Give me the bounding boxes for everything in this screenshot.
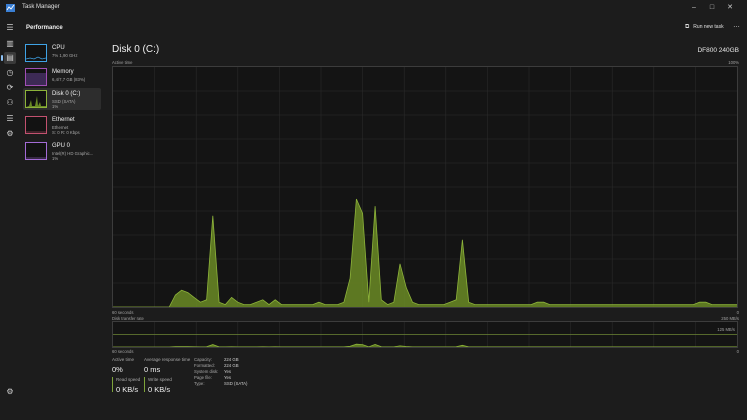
navigation-rail: ☰ ▥ ▤ ◷ ⟳ ⚇ ☰ ⚙ ⚙ (0, 18, 20, 420)
disk-thumbnail-graph (25, 90, 47, 108)
task-manager-app-icon (6, 4, 15, 12)
memory-thumbnail-graph (25, 68, 47, 86)
details-icon[interactable]: ☰ (4, 113, 16, 125)
disk-title: Disk 0 (C:) (112, 44, 160, 55)
transfer-axis-left: 60 seconds (112, 349, 134, 354)
active-time-area (113, 199, 737, 307)
run-new-task-label: Run new task (693, 24, 724, 30)
startup-apps-icon[interactable]: ⟳ (4, 82, 16, 94)
run-task-icon: ⧉ (685, 24, 690, 30)
close-button[interactable]: ✕ (723, 2, 737, 14)
read-speed-stat: Read speed 0 KB/s (116, 377, 140, 394)
write-speed-stat: Write speed 0 KB/s (148, 377, 172, 394)
cpu-usage: 7% 1,90 GHz (52, 53, 78, 58)
active-time-stat-value: 0% (112, 365, 123, 374)
gpu-thumbnail-graph (25, 142, 47, 160)
response-time-stat-value: 0 ms (144, 365, 161, 374)
disk-properties: Capacity: 224 GB Formatted: 224 GB System … (194, 357, 247, 387)
app-history-icon[interactable]: ◷ (4, 67, 16, 79)
active-time-plot (113, 67, 737, 307)
write-speed-indicator (144, 377, 145, 392)
performance-icon[interactable]: ▤ (1, 52, 16, 64)
disk-model: DF800 240GB (697, 47, 739, 54)
maximize-button[interactable]: □ (705, 2, 719, 14)
title-bar: Task Manager – □ ✕ (0, 0, 747, 18)
active-time-axis-left: 60 seconds (112, 310, 134, 315)
gpu-mini-graph (26, 157, 46, 159)
sidebar-item-disk[interactable]: Disk 0 (C:) SSD (SATA) 1% (23, 88, 101, 110)
run-new-task-button[interactable]: ⧉ Run new task (685, 24, 724, 31)
settings-gear-icon[interactable]: ⚙ (4, 386, 16, 398)
transfer-rate-mid-label: 125 MB/s (717, 327, 735, 332)
ethernet-mini-graph (26, 131, 46, 133)
disk-usage: 1% (52, 104, 59, 109)
read-speed-value: 0 KB/s (116, 385, 139, 394)
disk-mini-graph (26, 96, 46, 107)
ethernet-throughput: S: 0 R: 0 Kbps (52, 130, 80, 135)
minimize-button[interactable]: – (687, 2, 701, 14)
disk-label: Disk 0 (C:) (52, 91, 81, 97)
cpu-label: CPU (52, 45, 65, 51)
processes-icon[interactable]: ▥ (4, 38, 16, 50)
ethernet-label: Ethernet (52, 117, 75, 123)
transfer-rate-plot (113, 322, 737, 347)
sidebar-item-cpu[interactable]: CPU 7% 1,90 GHz (23, 42, 101, 64)
write-speed-value: 0 KB/s (148, 385, 171, 394)
active-time-max-label: 100% (728, 60, 739, 65)
transfer-rate-chart: 125 MB/s (112, 321, 738, 348)
sidebar-item-gpu[interactable]: GPU 0 Intel(R) HD Graphic... 1% (23, 140, 101, 162)
window-title: Task Manager (22, 4, 60, 10)
memory-label: Memory (52, 69, 74, 75)
page-title: Performance (26, 25, 63, 31)
gpu-usage: 1% (52, 156, 59, 161)
transfer-axis-right: 0 (736, 349, 739, 354)
gpu-label: GPU 0 (52, 143, 71, 149)
ethernet-thumbnail-graph (25, 116, 47, 134)
response-time-stat-label: Average response time (144, 357, 191, 362)
active-time-chart-label: Active time (112, 60, 133, 65)
users-icon[interactable]: ⚇ (4, 97, 16, 109)
write-speed-label: Write speed (148, 377, 172, 382)
memory-fill (26, 73, 46, 85)
memory-usage: 6,4/7,7 GB (83%) (52, 77, 86, 82)
read-speed-indicator (112, 377, 113, 392)
active-time-chart (112, 66, 738, 308)
active-time-stat-label: Active time (112, 357, 135, 362)
cpu-mini-graph (26, 56, 46, 60)
prop-type: Type: SSD (SATA) (194, 381, 248, 386)
active-time-axis-right: 0 (736, 310, 739, 315)
page-header: Performance ⧉ Run new task … (20, 18, 747, 38)
sidebar-item-ethernet[interactable]: Ethernet Ethernet S: 0 R: 0 Kbps (23, 114, 101, 136)
hamburger-menu-icon[interactable]: ☰ (4, 22, 16, 34)
resource-sidebar: CPU 7% 1,90 GHz Memory 6,4/7,7 GB (83%) … (20, 38, 102, 420)
response-time-stat: Average response time 0 ms (144, 357, 190, 374)
active-time-line (113, 198, 737, 307)
more-options-button[interactable]: … (733, 22, 740, 29)
read-speed-label: Read speed (116, 377, 141, 382)
transfer-rate-line (113, 343, 737, 347)
sidebar-item-memory[interactable]: Memory 6,4/7,7 GB (83%) (23, 66, 101, 88)
cpu-thumbnail-graph (25, 44, 47, 62)
services-icon[interactable]: ⚙ (4, 128, 16, 140)
active-time-stat: Active time 0% (112, 357, 134, 374)
